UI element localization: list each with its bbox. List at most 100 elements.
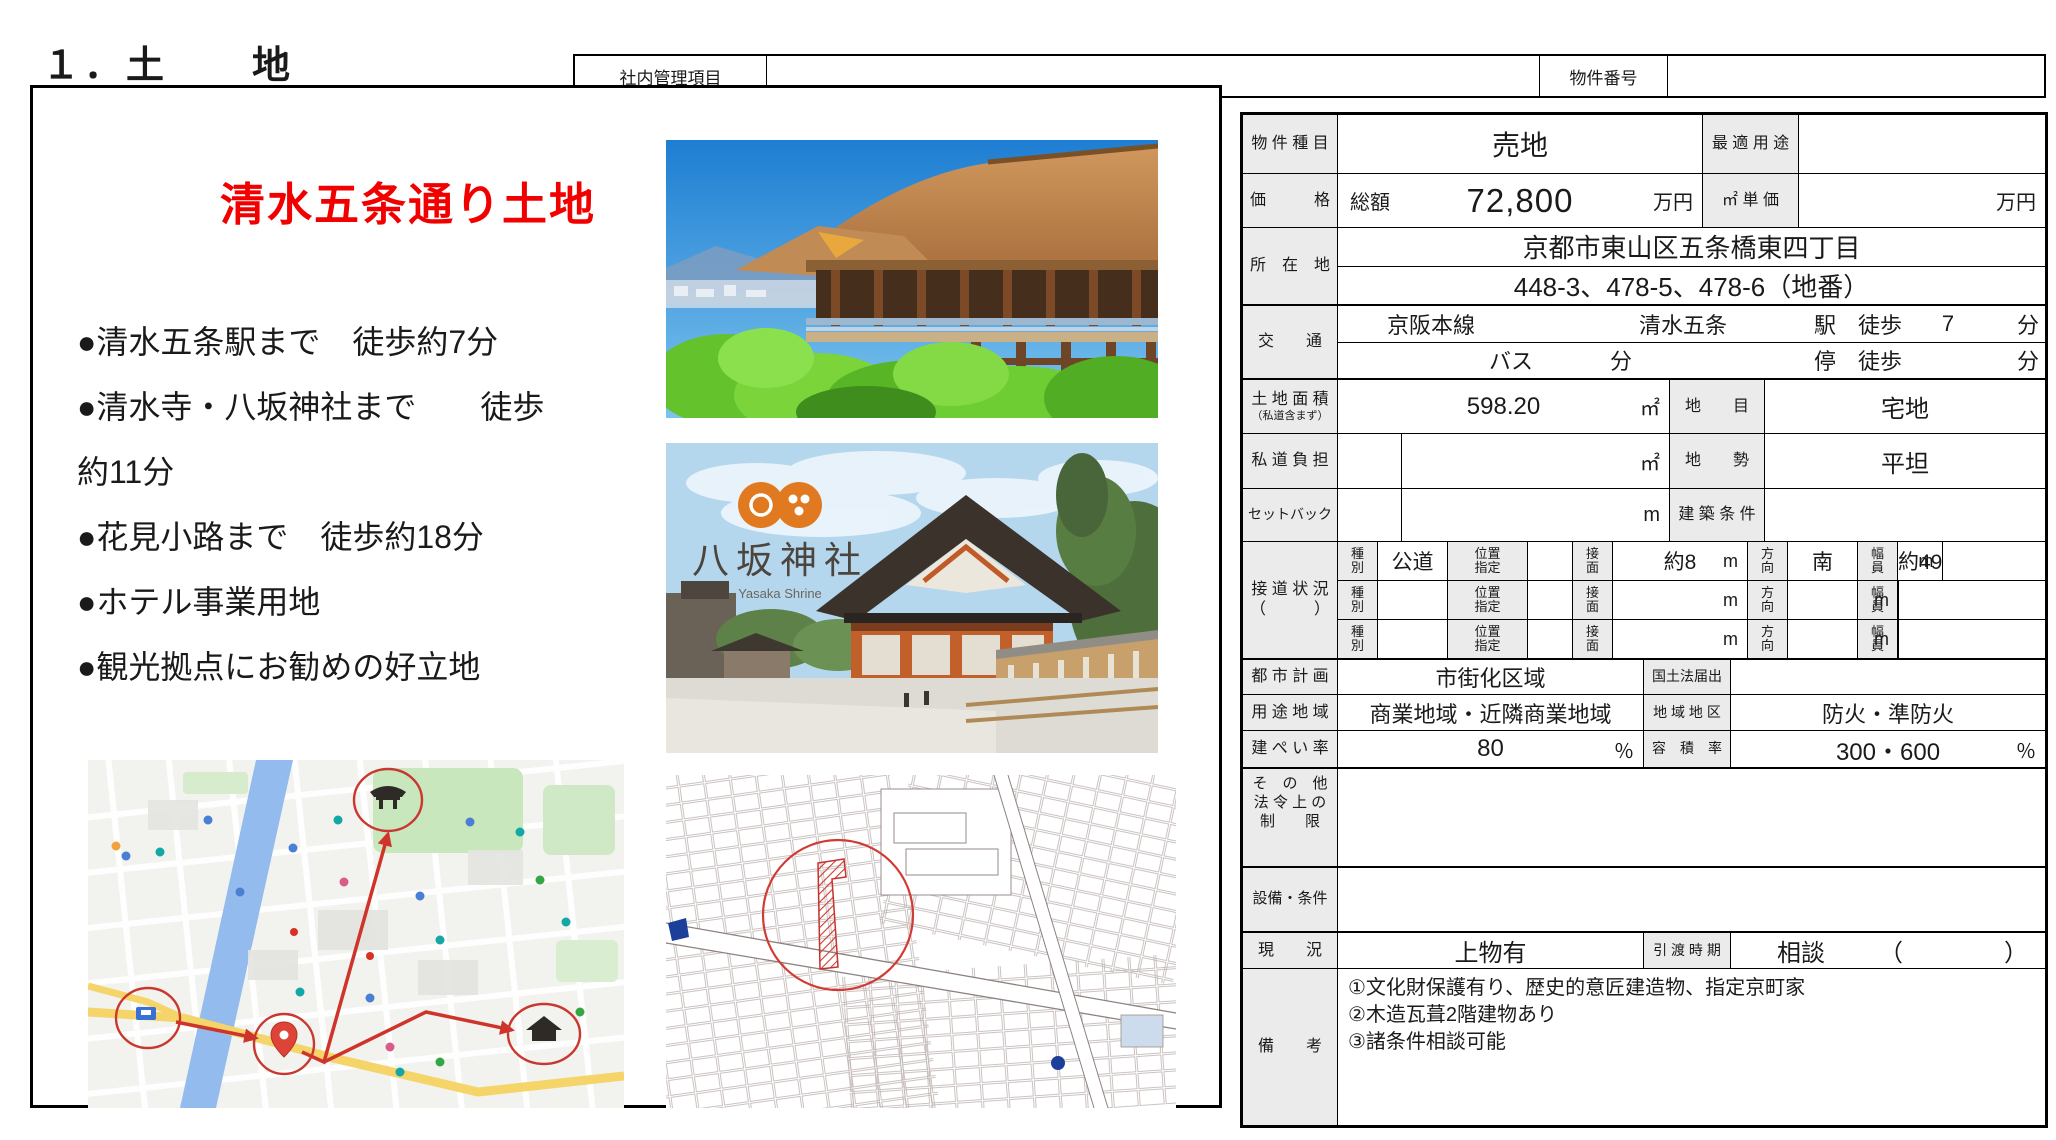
price-prefix: 総額: [1350, 186, 1390, 215]
kiyomizu-temple-illustration: [666, 140, 1158, 418]
feature-line: ●観光拠点にお勧めの好立地: [77, 635, 652, 700]
road-frontage-label2: （ ）: [1250, 600, 1330, 620]
floor-area-ratio-unit: ％: [2016, 735, 2036, 764]
remarks-line: ①文化財保護有り、歴史的意匠建造物、指定京町家: [1348, 975, 2035, 1002]
yasaka-shrine-illustration: 八坂神社 Yasaka Shrine: [666, 443, 1158, 753]
yasaka-logo-text: 八坂神社: [692, 540, 868, 581]
handover-paren-close: ）: [2001, 933, 2031, 968]
road1-face-label: 接面: [1585, 547, 1599, 575]
flyer-feature-list: ●清水五条駅まで 徒歩約7分 ●清水寺・八坂神社まで 徒歩 約11分 ●花見小路…: [77, 310, 652, 700]
access-walk-minutes: 7: [1923, 311, 1973, 337]
road1-position-value: [1528, 542, 1573, 580]
floor-area-ratio-value: 300・600: [1836, 732, 1940, 767]
feature-line: ●花見小路まで 徒歩約18分: [77, 505, 652, 570]
road1-type-label: 種別: [1350, 547, 1364, 575]
road3-direction-label: 方向: [1760, 625, 1774, 653]
zoning-label: 用 途 地 域: [1243, 695, 1338, 730]
access-stop-walk-label: 停 徒歩: [1793, 344, 1923, 376]
city-plan-label: 都 市 計 画: [1243, 660, 1338, 694]
district-label: 地 域 地 区: [1644, 695, 1731, 730]
row-city-plan: 都 市 計 画 市街化区域 国土法届出: [1243, 658, 2045, 694]
land-area-value: 598.20: [1467, 393, 1540, 421]
national-land-law-value: [1731, 660, 2045, 694]
route-map: [88, 760, 624, 1108]
route-map-illustration: [88, 760, 624, 1108]
access-minutes-unit: 分: [2008, 308, 2048, 340]
facilities-label: 設備・条件: [1243, 868, 1338, 931]
other-restrictions-value: [1338, 769, 2045, 866]
property-number-label: 物件番号: [1540, 56, 1668, 96]
zoning-value: 商業地域・近隣商業地域: [1338, 695, 1644, 730]
property-sheet-page: １．土 地 社内管理項目 物件番号 清水五条通り土地 ●清水五条駅まで 徒歩約7…: [0, 0, 2056, 1140]
property-number-value: [1668, 56, 2044, 96]
coverage-ratio-unit: ％: [1614, 735, 1634, 764]
station-icon: [136, 1007, 156, 1020]
row-access: 交 通 京阪本線 清水五条 駅 徒歩 7 分 バス 分 停 徒歩 分: [1243, 304, 2045, 378]
price-unit: 万円: [1653, 186, 1693, 215]
handover-label: 引 渡 時 期: [1644, 933, 1731, 968]
road3-position-label: 位置指定: [1473, 625, 1502, 653]
access-station: 清水五条: [1618, 308, 1748, 340]
row-location: 所 在 地 京都市東山区五条橋東四丁目 448-3、478-5、478-6（地番…: [1243, 227, 2045, 304]
road1-face-value: 約8: [1664, 546, 1697, 576]
row-coverage-ratio: 建 ぺ い 率 80 ％ 容 積 率 300・600 ％: [1243, 730, 2045, 767]
road2-face-label: 接面: [1585, 586, 1599, 614]
cadastral-map-illustration: [666, 775, 1176, 1108]
other-restrictions-label-line2: 法 令 上 の: [1254, 794, 1327, 813]
land-area-unit: ㎡: [1640, 392, 1660, 421]
other-restrictions-label-line1: そ の 他: [1252, 775, 1327, 794]
page-title: １．土 地: [42, 34, 294, 89]
building-conditions-value: [1765, 489, 2045, 541]
road3-position-value: [1528, 620, 1573, 658]
coverage-ratio-label: 建 ぺ い 率: [1243, 731, 1338, 767]
road2-type-label: 種別: [1350, 586, 1364, 614]
road1-type-value: 公道: [1378, 542, 1448, 580]
current-state-label: 現 況: [1243, 933, 1338, 968]
city-plan-value: 市街化区域: [1338, 660, 1644, 694]
road1-direction-label: 方向: [1760, 547, 1774, 575]
road3-face-unit: m: [1723, 629, 1738, 650]
row-road-frontage: 接 道 状 況 （ ） 種別 公道 位置指定 接面 約8m 方向 南 幅員 約4…: [1243, 541, 2045, 658]
row-zoning: 用 途 地 域 商業地域・近隣商業地域 地 域 地 区 防火・準防火: [1243, 694, 2045, 730]
road1-position-label: 位置指定: [1473, 547, 1502, 575]
row-other-restrictions: そ の 他 法 令 上 の 制 限: [1243, 767, 2045, 866]
row-setback: セットバック m 建 築 条 件: [1243, 488, 2045, 541]
private-road-label: 私 道 負 担: [1243, 434, 1338, 488]
road2-direction-label: 方向: [1760, 586, 1774, 614]
feature-line: ●清水五条駅まで 徒歩約7分: [77, 310, 652, 375]
land-area-label: 土 地 面 積: [1251, 390, 1328, 410]
remarks-label: 備 考: [1243, 969, 1338, 1125]
terrain-label: 地 勢: [1670, 434, 1765, 488]
road2-direction-value: [1788, 581, 1858, 619]
row-remarks: 備 考 ①文化財保護有り、歴史的意匠建造物、指定京町家 ②木造瓦葺2階建物あり …: [1243, 968, 2045, 1125]
yasaka-logo-text-en: Yasaka Shrine: [738, 586, 822, 601]
road3-face-label: 接面: [1585, 625, 1599, 653]
feature-line: ●清水寺・八坂神社まで 徒歩: [77, 375, 652, 440]
property-type-label: 物 件 種 目: [1243, 115, 1338, 173]
access-label: 交 通: [1243, 306, 1338, 378]
road2-width-unit: m: [1874, 590, 1889, 611]
best-use-value: [1799, 115, 2045, 173]
best-use-label: 最 適 用 途: [1703, 115, 1799, 173]
access-bus-label: バス: [1471, 344, 1551, 376]
other-restrictions-label-line3: 制 限: [1260, 813, 1320, 832]
handover-value: 相談: [1751, 933, 1851, 968]
road3-type-label: 種別: [1350, 625, 1364, 653]
district-value: 防火・準防火: [1731, 695, 2045, 730]
row-property-type: 物 件 種 目 売地 最 適 用 途: [1243, 115, 2045, 173]
road2-position-label: 位置指定: [1473, 586, 1502, 614]
road2-face-unit: m: [1723, 590, 1738, 611]
access-stop-minutes-unit: 分: [2008, 344, 2048, 376]
row-price: 価 格 総額 72,800 万円 ㎡ 単 価 万円: [1243, 173, 2045, 227]
price-value: 72,800: [1467, 182, 1574, 220]
road-frontage-label: 接 道 状 況: [1251, 580, 1328, 600]
road1-face-unit: m: [1723, 551, 1738, 572]
access-rail-line: 京阪本線: [1366, 308, 1496, 340]
current-state-value: 上物有: [1338, 933, 1644, 968]
flyer-panel: 清水五条通り土地 ●清水五条駅まで 徒歩約7分 ●清水寺・八坂神社まで 徒歩 約…: [30, 85, 1222, 1108]
access-station-walk-label: 駅 徒歩: [1793, 308, 1923, 340]
property-type-value: 売地: [1338, 115, 1703, 173]
feature-line: 約11分: [77, 440, 652, 505]
road2-type-value: [1378, 581, 1448, 619]
remarks-line: ②木造瓦葺2階建物あり: [1348, 1002, 2035, 1029]
